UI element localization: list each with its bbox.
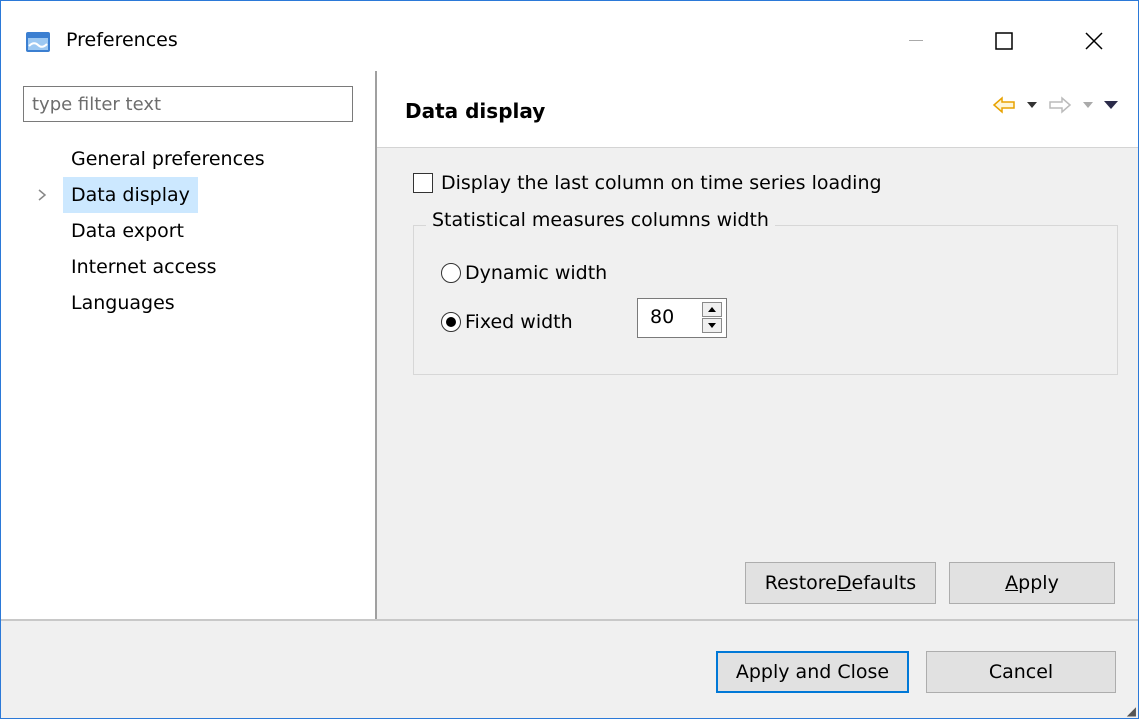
chevron-right-icon[interactable] — [37, 177, 53, 213]
apply-button[interactable]: Apply — [949, 562, 1115, 604]
app-icon — [26, 32, 50, 52]
column-width-group — [413, 225, 1118, 375]
arrow-up-icon — [708, 307, 716, 312]
apply-mnemonic: A — [1005, 572, 1019, 594]
spinner-down-button[interactable] — [702, 318, 722, 333]
page-nav-toolbar — [992, 96, 1118, 114]
restore-defaults-button[interactable]: Restore Defaults — [745, 562, 936, 604]
minimize-button[interactable] — [873, 1, 959, 81]
spinner-buttons — [702, 302, 722, 334]
restore-defaults-mnemonic: D — [836, 572, 852, 594]
filter-input[interactable] — [23, 86, 353, 122]
cancel-button[interactable]: Cancel — [926, 651, 1116, 693]
maximize-button[interactable] — [961, 1, 1047, 81]
fixed-width-radio[interactable] — [441, 312, 461, 332]
title-bar: Preferences — [1, 1, 1138, 81]
dynamic-width-radio-row[interactable]: Dynamic width — [441, 256, 607, 290]
close-button[interactable] — [1051, 1, 1137, 81]
tree-item-data-export[interactable]: Data export — [63, 213, 192, 249]
close-icon — [1085, 32, 1103, 50]
preferences-window: Preferences General preferences Data dis… — [0, 0, 1139, 719]
window-title: Preferences — [66, 29, 178, 51]
arrow-down-icon — [708, 323, 716, 328]
column-width-group-label: Statistical measures columns width — [426, 209, 775, 231]
last-column-checkbox[interactable] — [413, 173, 433, 193]
back-dropdown-icon[interactable] — [1026, 101, 1038, 109]
spinner-up-button[interactable] — [702, 302, 722, 317]
fixed-width-radio-row[interactable]: Fixed width — [441, 305, 573, 339]
page-title: Data display — [405, 99, 546, 123]
width-spinner[interactable]: 80 — [637, 298, 727, 338]
width-spinner-value[interactable]: 80 — [650, 306, 674, 328]
back-arrow-icon[interactable] — [992, 96, 1016, 114]
tree-item-general-preferences[interactable]: General preferences — [63, 141, 273, 177]
restore-defaults-label-a: Restore — [764, 572, 837, 594]
footer-separator — [1, 619, 1138, 621]
forward-arrow-icon[interactable] — [1048, 96, 1072, 114]
forward-dropdown-icon[interactable] — [1082, 101, 1094, 109]
resize-grip-icon[interactable]: ◢ — [1127, 704, 1136, 718]
dynamic-width-label: Dynamic width — [465, 262, 608, 284]
apply-and-close-button[interactable]: Apply and Close — [716, 651, 909, 693]
fixed-width-label: Fixed width — [465, 311, 573, 333]
last-column-checkbox-label: Display the last column on time series l… — [441, 172, 882, 194]
minimize-icon — [909, 40, 923, 41]
apply-and-close-label: Apply and Close — [735, 661, 890, 683]
page-header: Data display — [377, 71, 1138, 148]
apply-label: pply — [1018, 572, 1059, 594]
cancel-label: Cancel — [988, 661, 1054, 683]
maximize-icon — [995, 32, 1013, 50]
tree-item-data-display[interactable]: Data display — [63, 177, 198, 213]
restore-defaults-label-b: efaults — [851, 572, 917, 594]
last-column-checkbox-row[interactable]: Display the last column on time series l… — [413, 166, 882, 200]
tree-item-languages[interactable]: Languages — [63, 285, 183, 321]
dynamic-width-radio[interactable] — [441, 263, 461, 283]
tree-item-internet-access[interactable]: Internet access — [63, 249, 225, 285]
view-menu-icon[interactable] — [1104, 100, 1118, 110]
